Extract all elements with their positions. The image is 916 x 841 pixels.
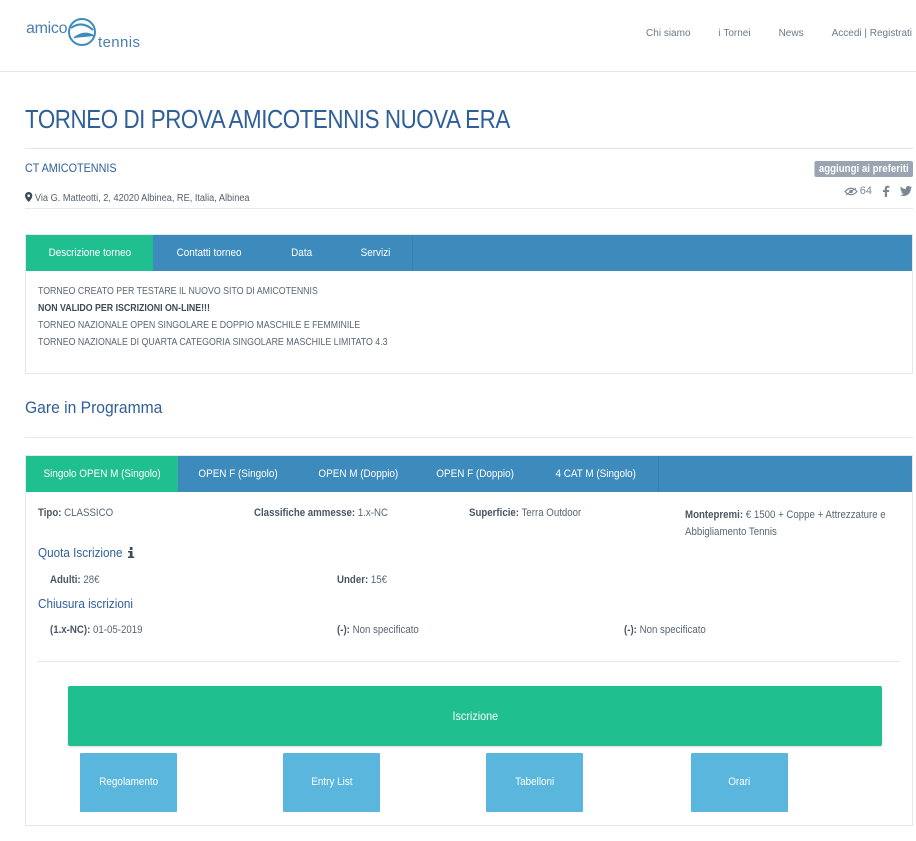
info-tabbar: Descrizione torneo Contatti torneo Data … <box>26 235 912 271</box>
classifiche-label: Classifiche ammesse: <box>254 507 356 519</box>
tab-singolo-open-m[interactable]: Singolo OPEN M (Singolo) <box>26 456 178 492</box>
views-count: 64 <box>859 185 872 197</box>
twitter-icon[interactable] <box>900 186 912 196</box>
chiusura-value: 01-05-2019 <box>93 624 143 636</box>
montepremi-label: Montepremi: <box>685 509 744 521</box>
tab-contatti-torneo[interactable]: Contatti torneo <box>153 235 265 271</box>
site-header: amico tennis Chi siamo i Tornei News Acc… <box>0 0 916 72</box>
divider <box>38 661 900 662</box>
montepremi-value: € 1500 + Coppe + Attrezzature e <box>745 509 886 521</box>
eye-icon <box>843 187 858 195</box>
divider <box>25 437 913 438</box>
classifiche-value: 1.x-NC <box>357 507 388 519</box>
main-nav: Chi siamo i Tornei News Accedi | Registr… <box>646 28 912 39</box>
chiusura-item: (-): Non specificato <box>624 624 717 636</box>
entry-list-button[interactable]: Entry List <box>283 753 380 812</box>
quota-iscrizione-title: Quota Iscrizione <box>38 545 145 560</box>
tournament-description: TORNEO CREATO PER TESTARE IL NUOVO SITO … <box>38 283 435 351</box>
views-counter: 64 <box>843 185 872 197</box>
superficie-value: Terra Outdoor <box>521 507 582 519</box>
tab-open-f-singolo[interactable]: OPEN F (Singolo) <box>178 456 298 492</box>
montepremi-info: Montepremi: € 1500 + Coppe + Attrezzatur… <box>685 507 913 541</box>
chiusura-value: Non specificato <box>639 624 706 636</box>
amicotennis-logo[interactable]: amico tennis <box>26 14 146 58</box>
chiusura-label: (-): <box>337 624 350 636</box>
divider <box>25 208 913 209</box>
iscrizione-button[interactable]: Iscrizione <box>68 686 882 746</box>
chiusura-item: (-): Non specificato <box>337 624 430 636</box>
adulti-label: Adulti: <box>50 574 81 586</box>
superficie-info: Superficie: Terra Outdoor <box>469 507 597 519</box>
gare-section-title: Gare in Programma <box>25 398 163 417</box>
chiusura-label: (1.x-NC): <box>50 624 91 636</box>
description-line: TORNEO CREATO PER TESTARE IL NUOVO SITO … <box>38 286 318 297</box>
tab-open-f-doppio[interactable]: OPEN F (Doppio) <box>418 456 533 492</box>
nav-accedi-registrati[interactable]: Accedi | Registrati <box>832 28 912 39</box>
description-line: TORNEO NAZIONALE OPEN SINGOLARE E DOPPIO… <box>38 320 361 331</box>
nav-tornei[interactable]: i Tornei <box>719 28 751 39</box>
chiusura-item: (1.x-NC): 01-05-2019 <box>50 624 155 636</box>
facebook-icon[interactable] <box>882 185 890 197</box>
logo-text-amico: amico <box>26 20 68 37</box>
gare-tabbar: Singolo OPEN M (Singolo) OPEN F (Singolo… <box>26 456 912 492</box>
divider <box>25 148 913 149</box>
tipo-info: Tipo: CLASSICO <box>38 507 123 519</box>
info-icon[interactable] <box>127 547 134 558</box>
logo-text-tennis: tennis <box>98 34 141 51</box>
tab-servizi[interactable]: Servizi <box>339 235 413 271</box>
club-name: CT AMICOTENNIS <box>25 161 117 175</box>
add-favorite-button[interactable]: aggiungi ai preferiti <box>814 161 913 177</box>
chiusura-value: Non specificato <box>352 624 419 636</box>
classifiche-info: Classifiche ammesse: 1.x-NC <box>254 507 406 519</box>
social-bar: 64 <box>843 185 912 197</box>
under-value: 15€ <box>370 574 388 586</box>
chiusura-label: (-): <box>624 624 637 636</box>
tournament-title: TORNEO DI PROVA AMICOTENNIS NUOVA ERA <box>25 104 510 134</box>
adulti-info: Adulti: 28€ <box>50 574 106 586</box>
quota-title-text: Quota Iscrizione <box>38 545 123 560</box>
tipo-value: CLASSICO <box>64 507 114 519</box>
tab-open-m-doppio[interactable]: OPEN M (Doppio) <box>298 456 418 492</box>
adulti-value: 28€ <box>83 574 100 586</box>
regolamento-button[interactable]: Regolamento <box>80 753 177 812</box>
address: Via G. Matteotti, 2, 42020 Albinea, RE, … <box>25 192 250 204</box>
gare-panel: Singolo OPEN M (Singolo) OPEN F (Singolo… <box>25 455 913 826</box>
montepremi-value-cont: Abbigliamento Tennis <box>685 526 777 538</box>
tennis-ball-icon <box>68 18 96 46</box>
map-pin-icon <box>25 192 33 202</box>
tab-data[interactable]: Data <box>265 235 339 271</box>
nav-news[interactable]: News <box>779 28 804 39</box>
under-info: Under: 15€ <box>337 574 394 586</box>
tabelloni-button[interactable]: Tabelloni <box>486 753 583 812</box>
tab-descrizione-torneo[interactable]: Descrizione torneo <box>26 235 153 271</box>
tab-4-cat-m-singolo[interactable]: 4 CAT M (Singolo) <box>533 456 659 492</box>
superficie-label: Superficie: <box>469 507 520 519</box>
chiusura-iscrizioni-title: Chiusura iscrizioni <box>38 596 133 611</box>
tournament-info-panel: Descrizione torneo Contatti torneo Data … <box>25 234 913 374</box>
description-line: TORNEO NAZIONALE DI QUARTA CATEGORIA SIN… <box>38 337 388 348</box>
description-line-warning: NON VALIDO PER ISCRIZIONI ON-LINE!!! <box>38 303 210 314</box>
tipo-label: Tipo: <box>38 507 62 519</box>
orari-button[interactable]: Orari <box>691 753 788 812</box>
nav-chi-siamo[interactable]: Chi siamo <box>646 28 690 39</box>
address-text: Via G. Matteotti, 2, 42020 Albinea, RE, … <box>34 193 250 204</box>
under-label: Under: <box>337 574 369 586</box>
